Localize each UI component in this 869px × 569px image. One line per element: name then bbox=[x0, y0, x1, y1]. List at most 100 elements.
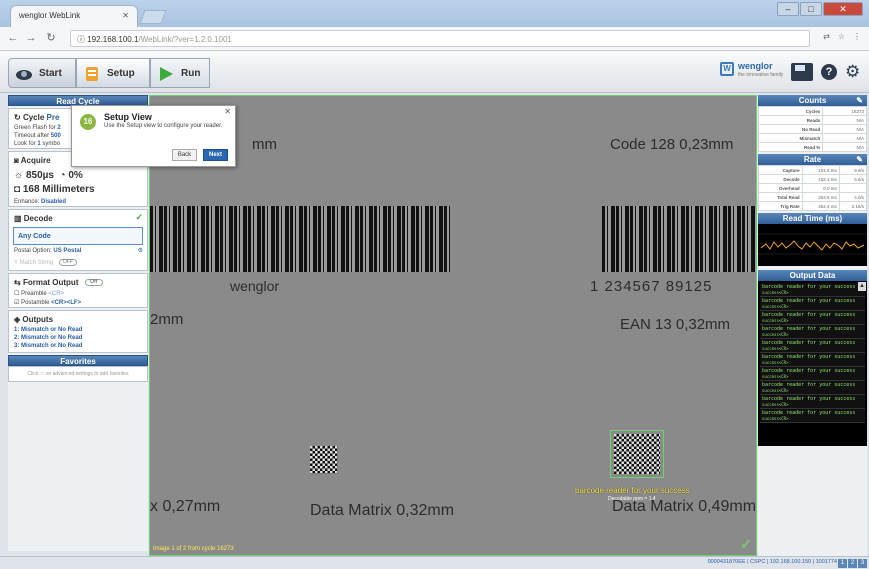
reload-icon[interactable]: ↻ bbox=[44, 31, 58, 45]
green-flash-value[interactable]: 2 bbox=[57, 125, 60, 131]
camera-view[interactable]: Code 128 0,23mm mm wenglor 1 234567 8912… bbox=[149, 95, 757, 556]
page-button[interactable]: 2 bbox=[848, 559, 857, 568]
scroll-up-icon[interactable]: ▲ bbox=[858, 282, 866, 291]
timeout-value[interactable]: 500 bbox=[51, 133, 61, 139]
step-badge: 16 bbox=[80, 114, 96, 130]
back-arrow-icon[interactable]: ← bbox=[6, 31, 20, 45]
output-2[interactable]: 2: Mismatch or No Read bbox=[9, 334, 147, 342]
output-item: barcode reader for your success success<C… bbox=[760, 311, 865, 325]
focus-icon: ◘ bbox=[14, 184, 21, 195]
exposure-gain-row[interactable]: ☼ 850µs ◔ 0% bbox=[9, 167, 147, 184]
rate-value: 462.4 ms bbox=[801, 201, 840, 211]
new-tab-button[interactable] bbox=[139, 10, 167, 24]
gear-icon[interactable]: ⚙ bbox=[845, 63, 861, 80]
output-1[interactable]: 1: Mismatch or No Read bbox=[9, 326, 147, 334]
match-string-row: Y Match String OFF bbox=[9, 255, 147, 270]
counts-edit-icon[interactable]: ✎ bbox=[856, 95, 863, 106]
rate-value2: 2.16/s bbox=[838, 201, 868, 211]
count-value: N/A bbox=[822, 115, 867, 125]
output-3[interactable]: 3: Mismatch or No Read bbox=[9, 342, 147, 352]
preamble-checkbox[interactable]: ☐ bbox=[14, 291, 19, 297]
counts-row: No Read N/A bbox=[757, 124, 867, 134]
browser-tabstrip: wenglor WebLink ✕ – □ ✕ bbox=[0, 0, 869, 27]
count-label: No Read bbox=[757, 124, 824, 134]
format-output-toggle[interactable]: Off bbox=[84, 279, 103, 287]
output-item: barcode reader for your success success<C… bbox=[760, 339, 865, 353]
tab-title: wenglor WebLink bbox=[19, 11, 81, 20]
page-button[interactable]: 1 bbox=[838, 559, 847, 568]
distance-row[interactable]: ◘ 168 Millimeters bbox=[9, 184, 147, 198]
postamble-row: ☑ Postamble <CR><LF> bbox=[9, 298, 147, 307]
step-run[interactable]: Run bbox=[150, 58, 210, 88]
enhance-value[interactable]: Disabled bbox=[41, 199, 66, 205]
save-icon[interactable] bbox=[791, 63, 813, 81]
step-start[interactable]: Start bbox=[8, 58, 76, 88]
preamble-value[interactable]: <CR> bbox=[48, 291, 64, 297]
view-check-icon: ✓ bbox=[740, 536, 752, 552]
counts-header: Counts ✎ bbox=[758, 95, 867, 106]
output-item: barcode reader for your success success<C… bbox=[760, 367, 865, 381]
postal-gear-icon[interactable]: ⚙ bbox=[138, 247, 143, 254]
image-footer: Image 1 of 2 from cycle 16273 bbox=[153, 546, 234, 552]
postamble-value[interactable]: <CR><LF> bbox=[51, 300, 81, 306]
match-string-toggle[interactable]: OFF bbox=[58, 259, 77, 266]
output-item: barcode reader for your success success<C… bbox=[760, 353, 865, 367]
rate-table: Capture 101.3 ms 9.9/s Decode 152.1 ms 6.6/s… bbox=[758, 165, 868, 211]
maximize-icon[interactable]: □ bbox=[800, 2, 822, 16]
play-icon bbox=[160, 67, 173, 81]
bookmark-star-icon[interactable]: ☆ bbox=[838, 32, 845, 41]
decode-section[interactable]: ▥ Decode ✓ Any Code Postal Option: US Po… bbox=[8, 209, 148, 272]
browser-tab[interactable]: wenglor WebLink ✕ bbox=[10, 5, 138, 27]
output-item: barcode reader for your success success<C… bbox=[760, 283, 865, 297]
help-icon[interactable]: ? bbox=[821, 64, 837, 80]
rate-value: 253.5 ms bbox=[801, 192, 840, 202]
cycle-mode[interactable]: Pre bbox=[47, 113, 60, 122]
barcode-right bbox=[602, 206, 756, 272]
preamble-row: ☐ Preamble <CR> bbox=[9, 289, 147, 298]
tab-close-icon[interactable]: ✕ bbox=[122, 11, 129, 20]
minimize-icon[interactable]: – bbox=[777, 2, 799, 16]
rate-row: Total Read 253.5 ms 4.0/s bbox=[758, 192, 868, 202]
next-button[interactable]: Next bbox=[203, 149, 228, 161]
url-path: /WebLink/?ver=1.2.0.1001 bbox=[138, 35, 232, 44]
count-value: N/A bbox=[822, 142, 867, 152]
menu-dots-icon[interactable]: ⋮ bbox=[853, 32, 861, 41]
format-output-section[interactable]: ⇆ Format Output Off ☐ Preamble <CR> ☑ Po… bbox=[8, 273, 148, 309]
enhance-label: Enhance: bbox=[14, 199, 40, 205]
brand-name: wenglor bbox=[738, 61, 773, 71]
output-item: barcode reader for your success success<C… bbox=[760, 409, 865, 423]
postamble-checkbox[interactable]: ☑ bbox=[14, 300, 19, 306]
address-bar[interactable]: ⓘ 192.168.100.1/WebLink/?ver=1.2.0.1001 bbox=[70, 30, 810, 47]
cycle-label: Cycle bbox=[22, 113, 45, 122]
page-selector: 1 2 3 bbox=[838, 559, 867, 568]
outputs-title: Outputs bbox=[22, 315, 54, 325]
forward-arrow-icon[interactable]: → bbox=[24, 31, 38, 45]
rate-title: Rate bbox=[803, 155, 822, 164]
rate-value: 101.3 ms bbox=[801, 165, 840, 175]
output-subtext: success<CR> bbox=[762, 346, 789, 351]
browser-toolbar: ← → ↻ ⓘ 192.168.100.1/WebLink/?ver=1.2.0… bbox=[0, 27, 869, 51]
step-setup[interactable]: Setup bbox=[76, 58, 150, 88]
output-subtext: success<CR> bbox=[762, 402, 789, 407]
wenglor-label: wenglor bbox=[230, 278, 280, 294]
acquire-title: Acquire bbox=[20, 156, 51, 165]
output-data-title: Output Data bbox=[758, 270, 867, 281]
back-button[interactable]: Back bbox=[172, 149, 197, 161]
dialog-close-icon[interactable]: ✕ bbox=[224, 107, 231, 116]
page-button[interactable]: 3 bbox=[858, 559, 867, 568]
rate-header: Rate ✎ bbox=[758, 154, 867, 165]
postal-row: Postal Option: US Postal ⚙ bbox=[9, 247, 147, 255]
output-data-list[interactable]: ▲ barcode reader for your success success… bbox=[758, 281, 867, 446]
outputs-section[interactable]: ◈ Outputs 1: Mismatch or No Read 2: Mism… bbox=[8, 310, 148, 354]
dm-left-label: x 0,27mm bbox=[150, 498, 221, 515]
look-for-value[interactable]: 1 bbox=[37, 141, 40, 147]
any-code-button[interactable]: Any Code bbox=[13, 227, 143, 245]
translate-icon[interactable]: ⇄ bbox=[823, 32, 830, 41]
window-close-icon[interactable]: ✕ bbox=[823, 2, 863, 16]
gain-value: 0% bbox=[68, 170, 83, 181]
postal-value[interactable]: US Postal bbox=[53, 248, 81, 254]
count-value: N/A bbox=[822, 133, 867, 143]
rate-edit-icon[interactable]: ✎ bbox=[856, 154, 863, 165]
output-item: barcode reader for your success success<C… bbox=[760, 325, 865, 339]
decode-title: Decode bbox=[23, 214, 53, 223]
